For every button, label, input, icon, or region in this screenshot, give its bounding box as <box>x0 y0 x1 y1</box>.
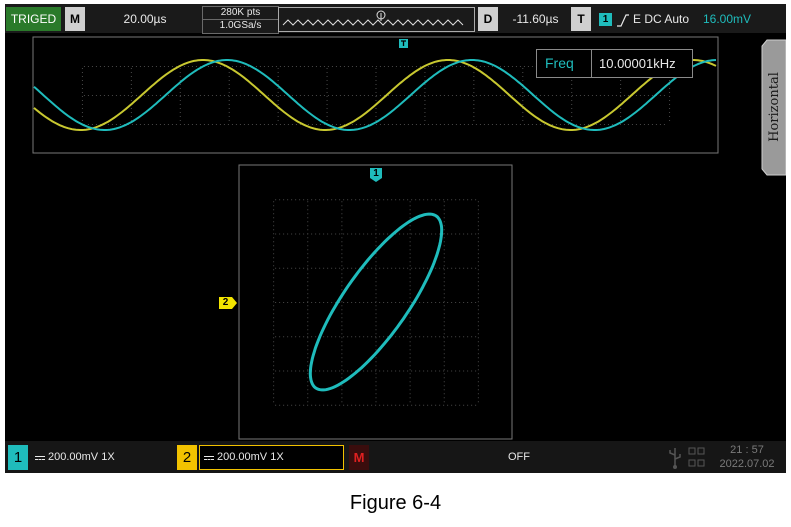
ch2-scale-value: 200.00mV 1X <box>217 451 284 463</box>
ch1-index-button[interactable]: 1 <box>8 445 28 470</box>
clock-time: 21 : 57 <box>730 444 764 456</box>
figure-caption: Figure 6-4 <box>349 492 442 514</box>
freq-divider <box>591 50 592 77</box>
ch1-scale-value: 200.00mV 1X <box>48 451 115 463</box>
network-icon <box>688 447 705 467</box>
usb-icon <box>669 448 681 469</box>
ch1-marker-label: 1 <box>373 168 379 179</box>
ch2-index-button[interactable]: 2 <box>177 445 197 470</box>
side-tab-horizontal[interactable]: Horizontal <box>765 44 785 170</box>
ref-status[interactable]: OFF <box>373 445 665 470</box>
ch1-scale-box[interactable]: 200.00mV 1X <box>31 445 173 470</box>
side-tab-label: Horizontal <box>767 72 782 142</box>
dc-coupling-icon <box>204 456 214 460</box>
oscilloscope-screen: TRIGED M 20.00µs 280K pts 1.0GSa/s D -11… <box>5 4 786 473</box>
ch2-scale-box[interactable]: 200.00mV 1X <box>199 445 344 470</box>
freq-label: Freq <box>545 55 574 71</box>
clock-date: 2022.07.02 <box>719 458 775 470</box>
bottom-bar: 1 200.00mV 1X 2 200.00mV 1X M OFF 21 : 5… <box>5 441 786 473</box>
ch2-marker-label: 2 <box>222 297 229 308</box>
freq-measure-box: Freq 10.00001kHz <box>536 49 693 78</box>
freq-value: 10.00001kHz <box>599 56 676 71</box>
math-key[interactable]: M <box>349 445 369 470</box>
ch2-position-marker: 2 <box>219 297 237 309</box>
dc-coupling-icon <box>35 456 45 460</box>
trigger-position-icon <box>399 39 408 48</box>
ch1-position-marker: 1 <box>370 168 382 182</box>
